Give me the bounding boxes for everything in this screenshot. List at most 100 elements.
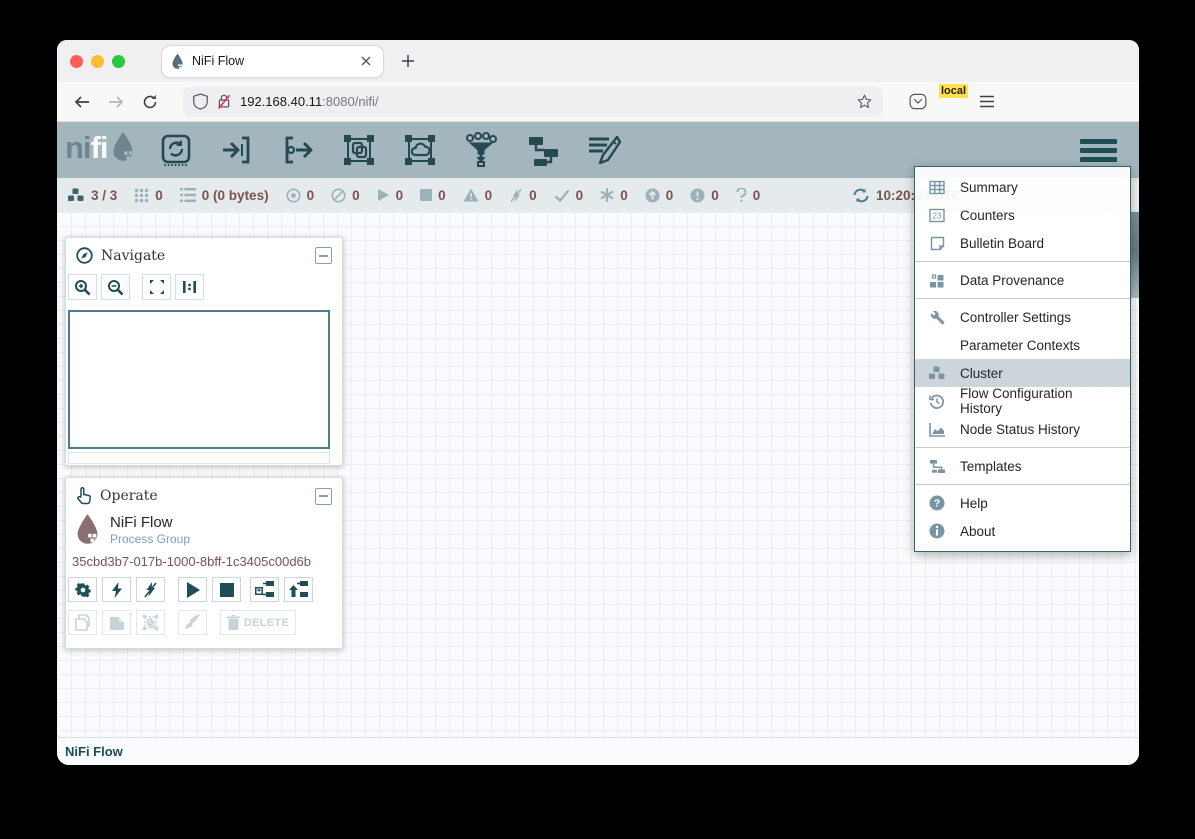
menu-separator bbox=[915, 261, 1130, 262]
tab-title: NiFi Flow bbox=[192, 54, 350, 68]
browser-tab[interactable]: NiFi Flow bbox=[162, 46, 383, 77]
nifi-logo: nifi bbox=[65, 131, 136, 163]
locally-modified-stale-icon bbox=[690, 188, 705, 203]
pocket-icon[interactable] bbox=[909, 93, 927, 110]
menu-separator bbox=[915, 484, 1130, 485]
menu-item-node-status-history[interactable]: Node Status History bbox=[915, 415, 1130, 443]
menu-item-bulletin-board[interactable]: Bulletin Board bbox=[915, 229, 1130, 257]
nifi-favicon bbox=[170, 53, 185, 70]
menu-item-counters[interactable]: 23 Counters bbox=[915, 201, 1130, 229]
stop-button[interactable] bbox=[212, 577, 241, 602]
threads-status: 0 bbox=[134, 188, 163, 203]
delete-button-label: DELETE bbox=[244, 617, 289, 629]
locally-modified-icon bbox=[600, 188, 614, 202]
not-transmitting-icon bbox=[331, 188, 346, 203]
hand-pointer-icon bbox=[76, 487, 92, 505]
queued-status: 0 (0 bytes) bbox=[180, 188, 269, 203]
menu-separator bbox=[915, 447, 1130, 448]
bulletin-board-icon bbox=[927, 236, 947, 251]
menu-item-templates[interactable]: Templates bbox=[915, 452, 1130, 480]
stopped-icon bbox=[420, 189, 432, 201]
output-port-tool-icon[interactable] bbox=[268, 128, 329, 172]
new-tab-button[interactable] bbox=[395, 48, 421, 74]
reload-button[interactable] bbox=[135, 88, 165, 116]
zoom-actual-size-button[interactable] bbox=[175, 274, 204, 300]
svg-text:?: ? bbox=[934, 498, 940, 510]
minimize-window-button[interactable] bbox=[91, 55, 104, 68]
tab-close-icon[interactable] bbox=[357, 52, 375, 70]
bookmark-star-icon[interactable] bbox=[856, 93, 873, 110]
fill-color-button[interactable] bbox=[178, 610, 207, 635]
process-group-tool-icon[interactable] bbox=[329, 128, 390, 172]
menu-item-data-provenance[interactable]: Data Provenance bbox=[915, 266, 1130, 294]
node-status-history-icon bbox=[927, 422, 947, 437]
window-controls bbox=[70, 55, 125, 68]
shield-icon[interactable] bbox=[193, 93, 208, 110]
processor-tool-icon[interactable] bbox=[146, 128, 207, 172]
upload-template-button[interactable] bbox=[284, 577, 313, 602]
configure-button[interactable] bbox=[68, 577, 97, 602]
refresh-icon[interactable] bbox=[853, 188, 869, 203]
label-tool-icon[interactable] bbox=[573, 128, 634, 172]
disabled-icon bbox=[509, 188, 523, 203]
browser-navbar: 192.168.40.11:8080/nifi/ local bbox=[57, 82, 1139, 122]
group-button[interactable] bbox=[136, 610, 165, 635]
insecure-lock-icon[interactable] bbox=[216, 93, 232, 110]
copy-button[interactable] bbox=[68, 610, 97, 635]
running-status: 0 bbox=[377, 188, 404, 203]
template-tool-icon[interactable] bbox=[512, 128, 573, 172]
queue-icon bbox=[180, 188, 196, 202]
about-icon bbox=[927, 523, 947, 539]
global-menu-button[interactable] bbox=[1080, 139, 1117, 162]
birdseye-minimap[interactable] bbox=[68, 310, 330, 449]
stale-icon bbox=[645, 188, 660, 203]
enable-button[interactable] bbox=[102, 577, 131, 602]
menu-item-cluster[interactable]: Cluster bbox=[915, 359, 1130, 387]
help-icon: ? bbox=[927, 495, 947, 511]
menu-item-controller-settings[interactable]: Controller Settings bbox=[915, 303, 1130, 331]
close-window-button[interactable] bbox=[70, 55, 83, 68]
selected-component-name: NiFi Flow bbox=[110, 513, 190, 532]
zoom-out-button[interactable] bbox=[101, 274, 130, 300]
menu-item-flow-configuration-history[interactable]: Flow Configuration History bbox=[915, 387, 1130, 415]
disabled-status: 0 bbox=[509, 188, 537, 203]
input-port-tool-icon[interactable] bbox=[207, 128, 268, 172]
navigate-palette: Navigate bbox=[65, 237, 343, 466]
menu-item-about[interactable]: About bbox=[915, 517, 1130, 545]
zoom-in-button[interactable] bbox=[68, 274, 97, 300]
navigate-collapse-button[interactable] bbox=[315, 247, 332, 264]
back-button[interactable] bbox=[67, 88, 97, 116]
remote-process-group-tool-icon[interactable] bbox=[390, 128, 451, 172]
global-menu: Summary 23 Counters Bulletin Board Data … bbox=[914, 166, 1131, 552]
profile-avatar[interactable]: local bbox=[941, 90, 965, 114]
profile-badge: local bbox=[939, 84, 968, 98]
templates-icon bbox=[927, 459, 947, 474]
navbar-right-cluster: local bbox=[909, 90, 995, 114]
funnel-tool-icon[interactable] bbox=[451, 128, 512, 172]
save-template-button[interactable] bbox=[250, 577, 279, 602]
forward-button[interactable] bbox=[101, 88, 131, 116]
operate-collapse-button[interactable] bbox=[315, 488, 332, 505]
breadcrumb[interactable]: NiFi Flow bbox=[57, 737, 1139, 765]
birdseye-footer bbox=[68, 452, 330, 464]
not-transmitting-status: 0 bbox=[331, 188, 360, 203]
app-menu-icon[interactable] bbox=[979, 95, 995, 108]
url-text[interactable]: 192.168.40.11:8080/nifi/ bbox=[240, 94, 848, 109]
menu-item-help[interactable]: ? Help bbox=[915, 489, 1130, 517]
canvas-scrollbar-thumb[interactable] bbox=[1131, 212, 1139, 298]
menu-item-parameter-contexts[interactable]: Parameter Contexts bbox=[915, 331, 1130, 359]
up-to-date-icon bbox=[554, 189, 570, 202]
menu-item-summary[interactable]: Summary bbox=[915, 173, 1130, 201]
data-provenance-icon bbox=[927, 273, 947, 288]
disable-button[interactable] bbox=[136, 577, 165, 602]
breadcrumb-root[interactable]: NiFi Flow bbox=[65, 744, 123, 759]
zoom-window-button[interactable] bbox=[112, 55, 125, 68]
start-button[interactable] bbox=[178, 577, 207, 602]
delete-button[interactable]: DELETE bbox=[220, 610, 296, 635]
zoom-fit-button[interactable] bbox=[142, 274, 171, 300]
tab-bar: NiFi Flow bbox=[57, 40, 1139, 82]
summary-icon bbox=[927, 180, 947, 195]
paste-button[interactable] bbox=[102, 610, 131, 635]
url-bar[interactable]: 192.168.40.11:8080/nifi/ bbox=[183, 87, 883, 117]
selected-component-id: 35cbd3b7-017b-1000-8bff-1c3405c00d6b bbox=[66, 546, 342, 569]
